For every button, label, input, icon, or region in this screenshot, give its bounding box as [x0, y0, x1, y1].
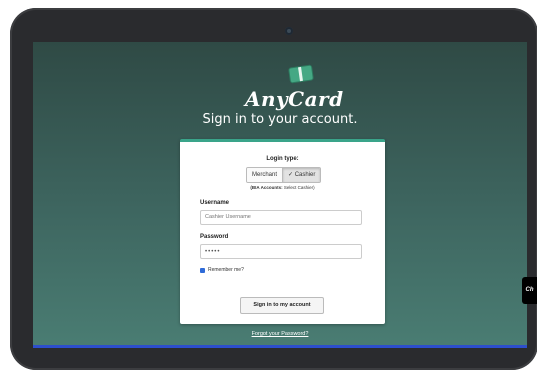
side-tab[interactable]: Ch	[522, 277, 537, 304]
forgot-password-link[interactable]: Forgot your Password?	[33, 331, 527, 337]
remember-me[interactable]: Remember me?	[200, 267, 244, 273]
login-type-cashier[interactable]: ✓ Cashier	[282, 168, 321, 182]
remember-checkbox[interactable]	[200, 267, 205, 273]
password-label: Password	[200, 234, 229, 240]
logo-text: AnyCard	[245, 87, 344, 111]
login-type-label: Login type:	[266, 156, 299, 162]
username-label: Username	[200, 200, 230, 206]
page-title: Sign in to your account.	[202, 112, 358, 127]
remember-label: Remember me?	[208, 267, 244, 273]
password-input[interactable]: •••••	[200, 244, 362, 259]
anycard-logo: AnyCard	[245, 65, 344, 115]
app-screen: AnyCard Sign in to your account. Login t…	[33, 42, 527, 348]
bia-note-rest: Select Cashier)	[282, 185, 315, 190]
username-input[interactable]	[200, 210, 362, 225]
login-card: Login type: Merchant ✓ Cashier (BIA Acco…	[180, 139, 385, 324]
login-type-merchant[interactable]: Merchant	[247, 168, 283, 182]
bottom-bar	[33, 345, 527, 348]
sign-in-button[interactable]: Sign in to my account	[240, 297, 324, 314]
bia-note-bold: (BIA Accounts:	[250, 185, 283, 190]
bia-note: (BIA Accounts: Select Cashier)	[180, 185, 385, 190]
login-type-toggle: Merchant ✓ Cashier	[246, 167, 322, 183]
camera-icon	[285, 27, 293, 35]
card-icon	[289, 65, 313, 83]
